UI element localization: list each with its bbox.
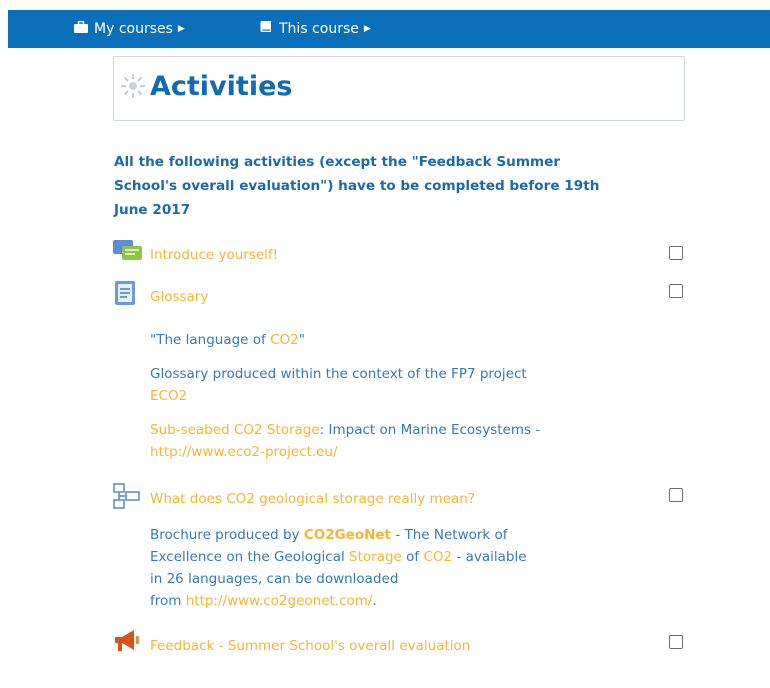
desc-text: Glossary produced within the context of … [150, 366, 527, 382]
brochure-description-line: Brochure produced by CO2GeoNet - The Net… [150, 524, 508, 546]
brochure-description-line: Excellence on the Geological Storage of … [150, 546, 527, 568]
co2geonet-link[interactable]: CO2GeoNet [304, 527, 391, 543]
top-navbar: My courses ▶ This course ▶ [8, 10, 770, 48]
this-course-menu[interactable]: This course ▶ [260, 10, 371, 48]
desc-text: from [150, 593, 186, 609]
eco2-project-url-link[interactable]: http://www.eco2-project.eu/ [150, 444, 338, 460]
section-header: Activities [113, 56, 685, 121]
desc-text: Excellence on the Geological [150, 549, 350, 565]
desc-text: Brochure produced by [150, 527, 304, 543]
glossary-description-line: Glossary produced within the context of … [150, 363, 527, 385]
completion-checkbox[interactable] [669, 284, 683, 298]
this-course-label: This course [279, 21, 359, 37]
activity-link[interactable]: Introduce yourself! [150, 247, 278, 263]
my-courses-menu[interactable]: My courses ▶ [74, 10, 185, 48]
eco2-link[interactable]: ECO2 [150, 388, 187, 404]
co2geonet-url-link[interactable]: http://www.co2geonet.com/ [186, 593, 373, 609]
page-title: Activities [150, 71, 293, 102]
completion-checkbox[interactable] [669, 488, 683, 502]
brochure-description-line: in 26 languages, can be downloaded [150, 568, 398, 590]
glossary-description-line: ECO2 [150, 385, 187, 407]
co2-link[interactable]: CO2 [270, 332, 299, 348]
activity-link[interactable]: What does CO2 geological storage really … [150, 491, 475, 507]
desc-text: - available [452, 549, 527, 565]
forum-icon [112, 238, 144, 268]
caret-right-icon: ▶ [363, 24, 371, 34]
desc-text: . [372, 593, 377, 609]
desc-text: in 26 languages, can be downloaded [150, 571, 399, 587]
activity-link[interactable]: Glossary [150, 289, 208, 305]
caret-right-icon: ▶ [177, 24, 185, 34]
glossary-description-line: "The language of CO2" [150, 329, 305, 351]
desc-text: : Impact on Marine Ecosystems - [319, 422, 541, 438]
glossary-description-line: Sub-seabed CO2 Storage: Impact on Marine… [150, 419, 540, 441]
completion-checkbox[interactable] [669, 635, 683, 649]
brochure-description-line: from http://www.co2geonet.com/. [150, 590, 377, 612]
activity-link[interactable]: Feedback - Summer School's overall evalu… [150, 638, 470, 654]
briefcase-icon [74, 10, 88, 48]
desc-text: " [298, 332, 305, 348]
sub-seabed-link[interactable]: Sub-seabed CO2 Storage [150, 422, 320, 438]
my-courses-label: My courses [94, 21, 173, 37]
completion-checkbox[interactable] [669, 246, 683, 260]
glossary-description-line: http://www.eco2-project.eu/ [150, 441, 338, 463]
co2-link[interactable]: CO2 [423, 549, 452, 565]
desc-text: "The language of [150, 332, 271, 348]
book-icon [260, 10, 273, 48]
folder-icon [112, 482, 142, 514]
sun-icon [120, 73, 146, 103]
glossary-icon [112, 280, 142, 312]
megaphone-icon [112, 627, 144, 659]
storage-link[interactable]: Storage [349, 549, 402, 565]
desc-text: of [401, 549, 424, 565]
desc-text: - The Network of [391, 527, 508, 543]
deadline-notice: All the following activities (except the… [114, 154, 600, 218]
